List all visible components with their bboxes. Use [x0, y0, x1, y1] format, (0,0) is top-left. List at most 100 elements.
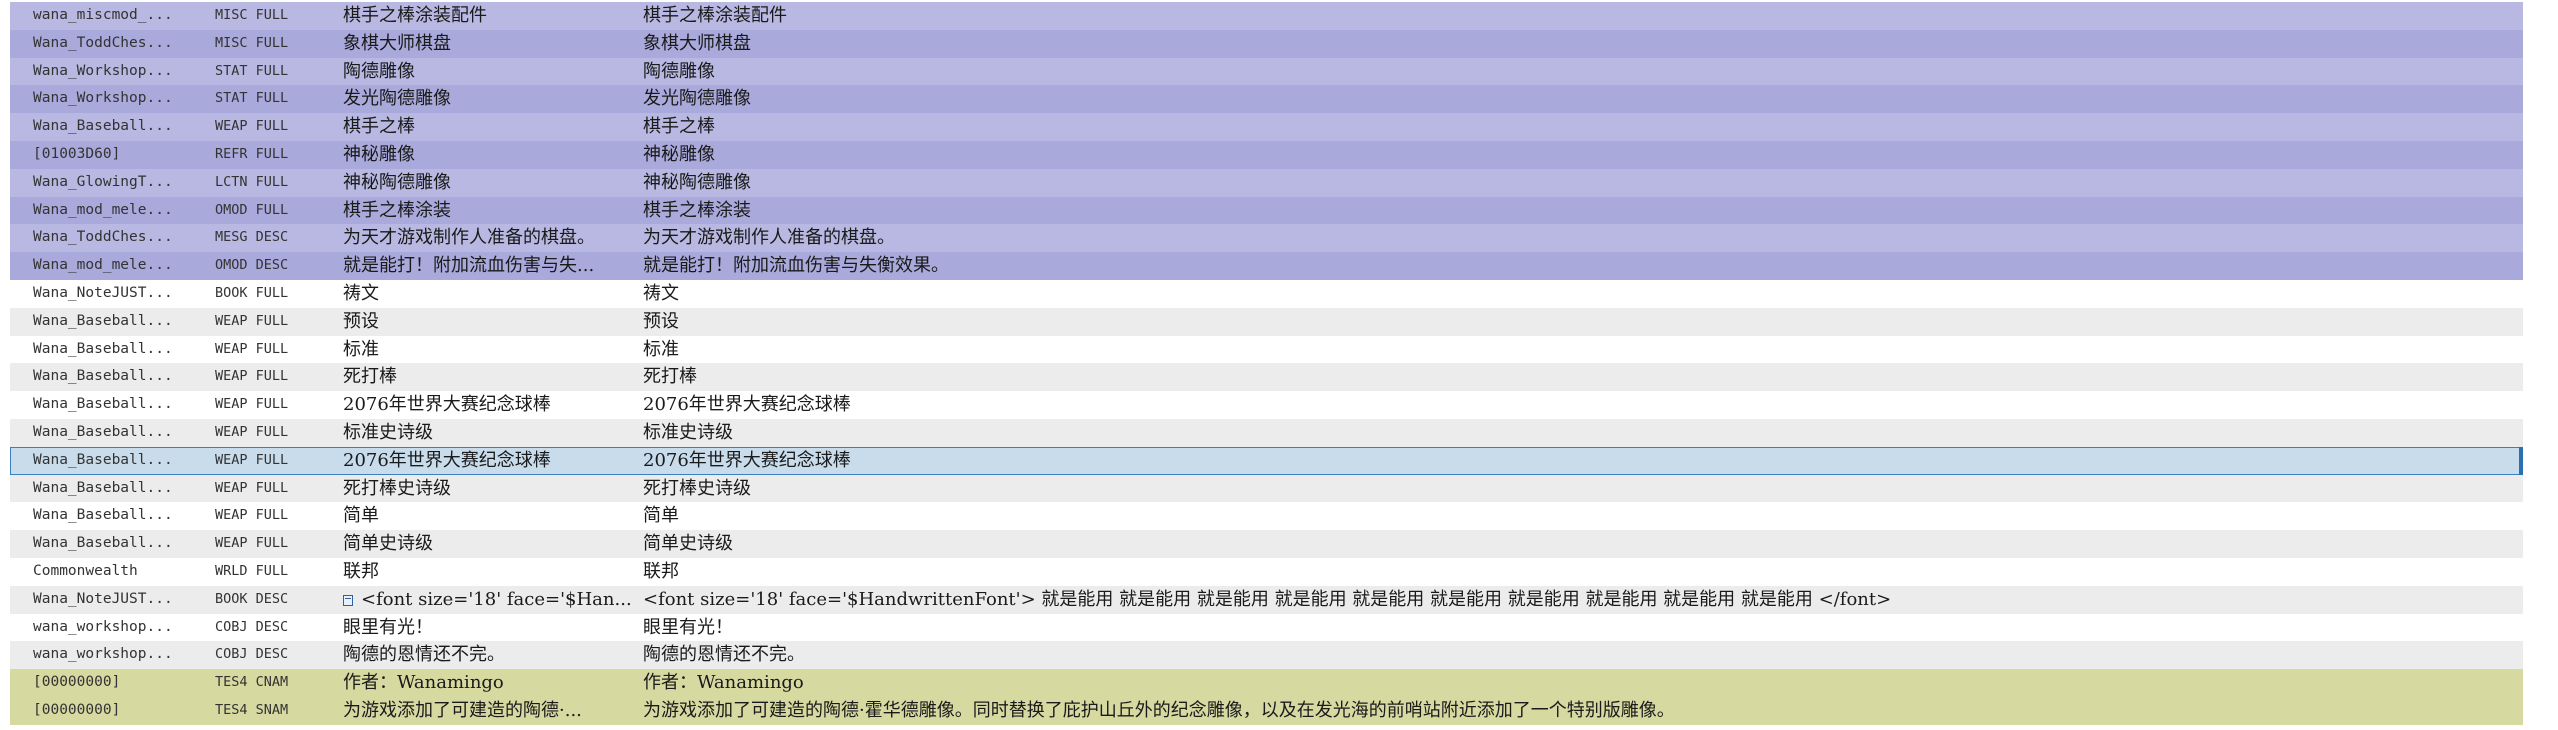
source-text-cell: 死打棒史诗级 [343, 475, 643, 503]
record-type-cell: LCTN FULL [215, 173, 289, 190]
source-text: 预设 [343, 310, 379, 332]
editor-id-cell: wana_workshop... [33, 618, 173, 635]
editor-id-cell: Wana_mod_mele... [33, 257, 173, 274]
editor-id-cell: [00000000] [33, 674, 121, 691]
source-text: 棋手之棒涂装 [343, 199, 451, 221]
table-row[interactable]: Wana_Baseball... WEAP FULL 标准 标准 [10, 335, 2523, 364]
record-type-cell: MESG DESC [215, 229, 289, 246]
record-type-cell: WEAP FULL [215, 368, 289, 385]
table-row[interactable]: [01003D60] REFR FULL 神秘雕像 神秘雕像 [10, 140, 2523, 169]
translation-text-cell: 死打棒史诗级 [643, 477, 751, 499]
source-text-cell: 神秘雕像 [343, 141, 643, 169]
record-type-cell: WRLD FULL [215, 562, 289, 579]
source-text-cell: 陶德的恩情还不完。 [343, 641, 643, 669]
source-text-cell: 作者：Wanamingo [343, 669, 643, 697]
translation-text-cell: 标准史诗级 [643, 421, 733, 443]
table-row[interactable]: [00000000] TES4 SNAM 为游戏添加了可建造的陶德·... 为游戏添加… [10, 696, 2523, 725]
source-text-cell: 为游戏添加了可建造的陶德·... [343, 697, 643, 725]
record-type-cell: WEAP FULL [215, 423, 289, 440]
translation-text-cell: 神秘雕像 [643, 143, 715, 165]
editor-id-cell: wana_workshop... [33, 646, 173, 663]
editor-id-cell: Wana_Baseball... [33, 479, 173, 496]
editor-id-cell: Commonwealth [33, 562, 138, 579]
source-text: 作者：Wanamingo [343, 672, 504, 694]
translation-text-cell: 祷文 [643, 282, 679, 304]
source-text: 为游戏添加了可建造的陶德·... [343, 699, 582, 721]
source-text-cell: 标准 [343, 336, 643, 364]
table-row[interactable]: wana_workshop... COBJ DESC 陶德的恩情还不完。 陶德的恩情还… [10, 641, 2523, 670]
table-row[interactable]: Commonwealth WRLD FULL 联邦 联邦 [10, 557, 2523, 586]
table-row[interactable]: wana_workshop... COBJ DESC 眼里有光！ 眼里有光！ [10, 613, 2523, 642]
source-text-cell: 联邦 [343, 558, 643, 586]
editor-id-cell: Wana_ToddChes... [33, 34, 173, 51]
table-row[interactable]: Wana_NoteJUST... BOOK FULL 祷文 祷文 [10, 279, 2523, 308]
record-type-cell: COBJ DESC [215, 646, 289, 663]
source-text: 神秘雕像 [343, 143, 415, 165]
table-row[interactable]: Wana_Baseball... WEAP FULL 2076年世界大赛纪念球棒 20… [10, 391, 2523, 419]
table-row[interactable]: Wana_Baseball... WEAP FULL 简单史诗级 简单史诗级 [10, 530, 2523, 558]
table-row[interactable]: Wana_Baseball... WEAP FULL 棋手之棒 棋手之棒 [10, 113, 2523, 141]
table-row[interactable]: [00000000] TES4 CNAM 作者：Wanamingo 作者：Wanami… [10, 669, 2523, 697]
source-text: 象棋大师棋盘 [343, 32, 451, 54]
editor-id-cell: Wana_Baseball... [33, 396, 173, 413]
translation-text-cell: 为天才游戏制作人准备的棋盘。 [643, 227, 895, 249]
record-type-cell: WEAP FULL [215, 340, 289, 357]
source-text: 棋手之棒 [343, 116, 415, 138]
source-text: 简单史诗级 [343, 533, 433, 555]
record-type-cell: STAT FULL [215, 90, 289, 107]
source-text-cell: 棋手之棒涂装配件 [343, 2, 643, 30]
editor-id-cell: Wana_ToddChes... [33, 229, 173, 246]
source-text: 陶德雕像 [343, 60, 415, 82]
record-type-cell: WEAP FULL [215, 312, 289, 329]
source-text: 简单 [343, 505, 379, 527]
source-text-cell: 2076年世界大赛纪念球棒 [343, 447, 643, 475]
table-row[interactable]: Wana_Baseball... WEAP FULL 死打棒史诗级 死打棒史诗级 [10, 474, 2523, 503]
source-text-cell: <font size='18' face='$Han... [343, 586, 643, 614]
record-type-cell: BOOK DESC [215, 590, 289, 607]
source-text-cell: 眼里有光！ [343, 614, 643, 642]
table-row[interactable]: Wana_Baseball... WEAP FULL 简单 简单 [10, 502, 2523, 531]
table-row[interactable]: Wana_Baseball... WEAP FULL 预设 预设 [10, 307, 2523, 336]
table-row[interactable]: Wana_mod_mele... OMOD FULL 棋手之棒涂装 棋手之棒涂装 [10, 196, 2523, 225]
source-text-cell: 2076年世界大赛纪念球棒 [343, 391, 643, 419]
translation-text-cell: 就是能打！附加流血伤害与失衡效果。 [643, 255, 949, 277]
record-type-cell: STAT FULL [215, 62, 289, 79]
translation-text-cell: 棋手之棒涂装配件 [643, 5, 787, 26]
table-row[interactable]: Wana_NoteJUST... BOOK DESC <font size='18'… [10, 585, 2523, 614]
source-text: 死打棒史诗级 [343, 477, 451, 499]
source-text: 死打棒 [343, 366, 397, 388]
table-row[interactable]: Wana_mod_mele... OMOD DESC 就是能打！附加流血伤害与失..… [10, 252, 2523, 280]
source-text: 联邦 [343, 560, 379, 582]
record-type-cell: TES4 SNAM [215, 701, 289, 718]
table-row[interactable]: Wana_ToddChes... MISC FULL 象棋大师棋盘 象棋大师棋盘 [10, 29, 2523, 58]
table-row[interactable]: Wana_Baseball... WEAP FULL 标准史诗级 标准史诗级 [10, 418, 2523, 447]
table-row[interactable]: wana_miscmod_... MISC FULL 棋手之棒涂装配件 棋手之棒涂装配… [10, 2, 2523, 30]
source-text: 陶德的恩情还不完。 [343, 644, 505, 666]
table-row[interactable]: Wana_Baseball... WEAP FULL 死打棒 死打棒 [10, 363, 2523, 392]
translation-table: wana_miscmod_... MISC FULL 棋手之棒涂装配件 棋手之棒涂装配… [10, 2, 2523, 725]
source-text-cell: 棋手之棒涂装 [343, 197, 643, 225]
source-text: 眼里有光！ [343, 616, 433, 638]
editor-id-cell: Wana_NoteJUST... [33, 284, 173, 301]
record-type-cell: WEAP FULL [215, 535, 289, 552]
record-type-cell: WEAP FULL [215, 396, 289, 413]
source-text-cell: 为天才游戏制作人准备的棋盘。 [343, 224, 643, 252]
table-row[interactable]: Wana_GlowingT... LCTN FULL 神秘陶德雕像 神秘陶德雕像 [10, 168, 2523, 197]
record-type-cell: REFR FULL [215, 145, 289, 162]
translation-text-cell: 标准 [643, 338, 679, 360]
source-text: 就是能打！附加流血伤害与失... [343, 255, 595, 277]
source-text-cell: 死打棒 [343, 363, 643, 391]
translation-text-cell: 神秘陶德雕像 [643, 171, 751, 193]
source-text-cell: 陶德雕像 [343, 58, 643, 86]
source-text: 2076年世界大赛纪念球棒 [343, 394, 551, 416]
table-row[interactable]: Wana_ToddChes... MESG DESC 为天才游戏制作人准备的棋盘。 为… [10, 224, 2523, 253]
translation-text-cell: 棋手之棒涂装 [643, 199, 751, 221]
translation-text-cell: 联邦 [643, 560, 679, 582]
record-type-cell: TES4 CNAM [215, 674, 289, 691]
table-row[interactable]: Wana_Workshop... STAT FULL 陶德雕像 陶德雕像 [10, 57, 2523, 86]
editor-id-cell: wana_miscmod_... [33, 7, 173, 23]
table-row[interactable]: Wana_Workshop... STAT FULL 发光陶德雕像 发光陶德雕像 [10, 85, 2523, 114]
table-row[interactable]: Wana_Baseball... WEAP FULL 2076年世界大赛纪念球棒 20… [10, 446, 2523, 475]
translation-text-cell: 2076年世界大赛纪念球棒 [643, 394, 851, 416]
source-text: 发光陶德雕像 [343, 88, 451, 110]
